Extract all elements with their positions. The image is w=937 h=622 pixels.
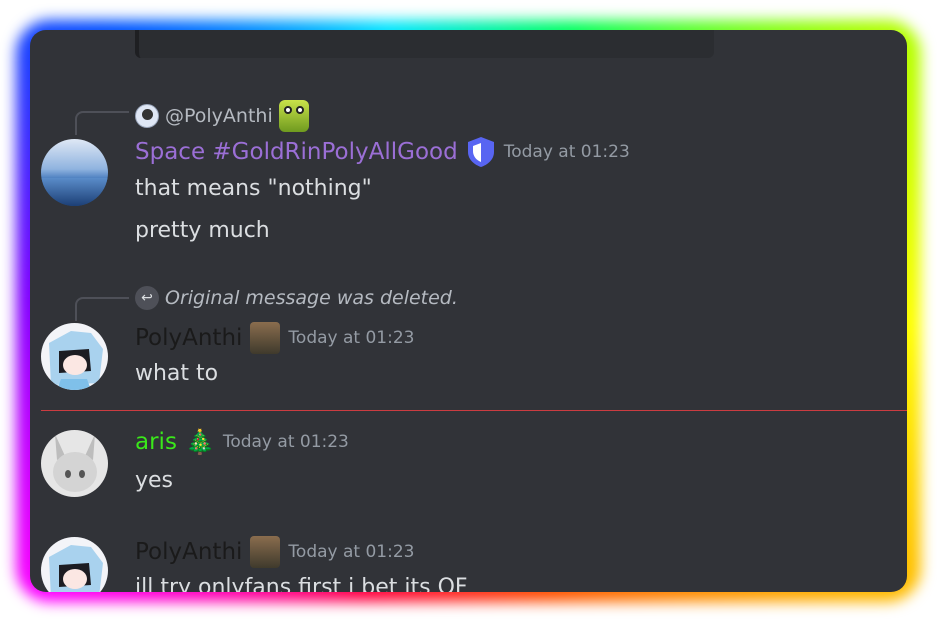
avatar[interactable] [41, 430, 108, 497]
chat-message-list[interactable]: @PolyAnthi Space #GoldRinPolyAllGood Tod… [30, 30, 907, 592]
anime-avatar-icon[interactable] [135, 104, 159, 128]
message-text: yes [135, 468, 174, 493]
reply-spine [75, 297, 129, 321]
username[interactable]: Space #GoldRinPolyAllGood [135, 139, 458, 165]
timestamp: Today at 01:23 [503, 142, 630, 162]
anime-avatar-art [49, 331, 103, 390]
avatar[interactable] [41, 537, 108, 592]
anime-avatar-art [49, 545, 103, 592]
message-text: ill try onlyfans first i bet its OF [135, 575, 468, 592]
avatar[interactable] [41, 139, 108, 206]
message-text: what to [135, 361, 219, 386]
new-messages-divider [41, 410, 907, 411]
deleted-reply-text: Original message was deleted. [165, 287, 458, 309]
soldier-emoji-icon [250, 322, 281, 354]
timestamp: Today at 01:23 [222, 432, 349, 452]
reply-spine [75, 111, 129, 135]
username[interactable]: PolyAnthi [135, 539, 242, 565]
previous-embed [135, 30, 714, 58]
message-text: that means "nothing" [135, 176, 372, 201]
frog-emoji-icon [278, 100, 309, 132]
christmas-tree-emoji-icon: 🎄 [184, 428, 215, 456]
reply-author[interactable]: @PolyAnthi [165, 105, 273, 127]
bunny-avatar-art [53, 434, 97, 492]
username[interactable]: PolyAnthi [135, 325, 242, 351]
username[interactable]: aris [135, 429, 177, 455]
timestamp: Today at 01:23 [288, 328, 415, 348]
avatar[interactable] [41, 323, 108, 390]
timestamp: Today at 01:23 [288, 542, 415, 562]
message-text: pretty much [135, 218, 270, 243]
shield-icon [467, 137, 494, 167]
soldier-emoji-icon [250, 536, 281, 568]
reply-arrow-icon: ↩ [135, 286, 159, 310]
